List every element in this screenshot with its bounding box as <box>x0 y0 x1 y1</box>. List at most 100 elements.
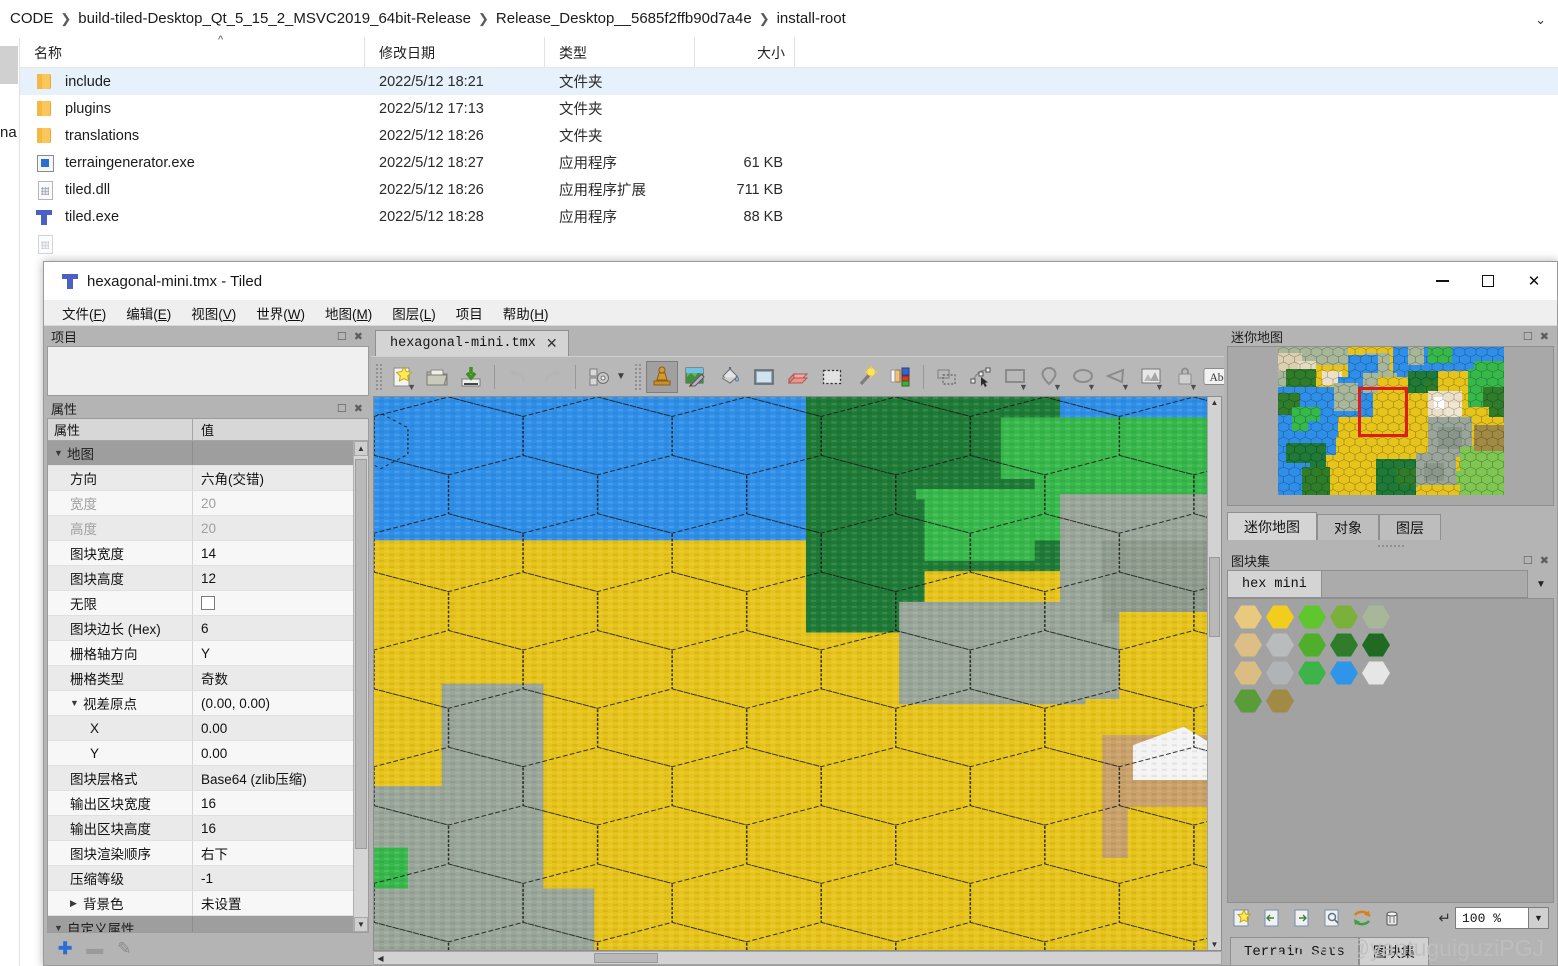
bucket-fill-tool[interactable] <box>714 361 746 393</box>
chevron-down-icon[interactable]: ▼ <box>407 382 416 392</box>
insert-rectangle-tool[interactable]: ▼ <box>999 361 1031 393</box>
undo-button[interactable] <box>502 361 534 393</box>
chevron-down-icon[interactable]: ▼ <box>616 371 626 382</box>
property-row[interactable]: X 0.00 <box>48 716 353 741</box>
title-bar[interactable]: hexagonal-mini.tmx - Tiled ✕ <box>44 262 1557 300</box>
map-canvas[interactable]: ▲ ▼ <box>373 396 1222 951</box>
table-row[interactable]: tiled.dll 2022/5/12 18:26 应用程序扩展 711 KB <box>20 176 1558 203</box>
property-row[interactable]: 背景色 未设置 <box>48 891 353 916</box>
maximize-button[interactable] <box>1465 262 1511 300</box>
chevron-right-icon[interactable] <box>70 898 83 909</box>
property-row[interactable]: 自定义属性 <box>48 916 353 932</box>
export-tileset-icon[interactable] <box>1292 908 1312 928</box>
tileset-tile[interactable] <box>1266 689 1294 713</box>
property-row[interactable]: Y 0.00 <box>48 741 353 766</box>
property-row[interactable]: 栅格轴方向 Y <box>48 641 353 666</box>
properties-scrollbar[interactable]: ▲ ▼ <box>353 441 368 932</box>
open-file-button[interactable] <box>421 361 453 393</box>
magic-wand-tool[interactable] <box>850 361 882 393</box>
column-header-name[interactable]: 名称 <box>20 36 365 67</box>
menu-file[interactable]: 文件(F) <box>52 300 116 326</box>
tileset-list-dropdown[interactable]: ▼ <box>1528 570 1554 598</box>
table-row[interactable]: tiled.exe 2022/5/12 18:28 应用程序 88 KB <box>20 203 1558 230</box>
property-row[interactable]: 高度 20 <box>48 516 353 541</box>
tileset-tile[interactable] <box>1298 661 1326 685</box>
tileset-tile-grid[interactable] <box>1227 598 1554 903</box>
close-button[interactable]: ✕ <box>1511 262 1557 300</box>
map-horizontal-scrollbar[interactable]: ◀ <box>373 951 1222 965</box>
property-value[interactable]: 12 <box>193 566 353 590</box>
property-value[interactable] <box>193 591 353 615</box>
chevron-down-icon[interactable]: ▼ <box>1121 382 1130 392</box>
file-name-cell[interactable]: tiled.dll <box>20 180 365 200</box>
property-row[interactable]: 图块层格式 Base64 (zlib压缩) <box>48 766 353 791</box>
insert-ellipse-tool[interactable]: ▼ <box>1067 361 1099 393</box>
property-row[interactable]: 地图 <box>48 441 353 466</box>
chevron-down-icon[interactable] <box>54 448 67 458</box>
tileset-tab-hex-mini[interactable]: hex mini <box>1227 570 1322 598</box>
breadcrumb-item-0[interactable]: CODE <box>6 8 57 29</box>
property-value[interactable]: Base64 (zlib压缩) <box>193 766 353 790</box>
zoom-level-input[interactable]: 100 % <box>1455 907 1529 929</box>
tileset-tile[interactable] <box>1298 605 1326 629</box>
terrain-brush-tool[interactable] <box>680 361 712 393</box>
add-property-button[interactable]: ✚ <box>58 939 72 959</box>
trash-can-icon[interactable] <box>1382 908 1402 928</box>
float-dock-icon[interactable]: ☐ <box>1523 330 1533 343</box>
menu-view[interactable]: 视图(V) <box>181 300 246 326</box>
property-row[interactable]: 输出区块高度 16 <box>48 816 353 841</box>
menu-bar[interactable]: 文件(F) 编辑(E) 视图(V) 世界(W) 地图(M) 图层(L) 项目 帮… <box>44 300 1557 326</box>
redo-button[interactable] <box>536 361 568 393</box>
file-name-cell[interactable]: tiled.exe <box>20 208 365 226</box>
property-row[interactable]: 图块边长 (Hex) 6 <box>48 616 353 641</box>
property-row[interactable]: 栅格类型 奇数 <box>48 666 353 691</box>
close-dock-icon[interactable]: ✖ <box>1540 330 1549 343</box>
menu-layer[interactable]: 图层(L) <box>382 300 446 326</box>
new-tileset-icon[interactable] <box>1232 908 1252 928</box>
breadcrumb-item-2[interactable]: Release_Desktop__5685f2ffb90d7a4e <box>492 8 756 29</box>
menu-map[interactable]: 地图(M) <box>315 300 382 326</box>
tileset-tile[interactable] <box>1362 661 1390 685</box>
tileset-tile[interactable] <box>1330 661 1358 685</box>
minimap[interactable] <box>1227 346 1554 506</box>
eraser-tool[interactable] <box>782 361 814 393</box>
tileset-tile[interactable] <box>1234 633 1262 657</box>
save-file-button[interactable] <box>455 361 487 393</box>
property-row[interactable]: 视差原点 (0.00, 0.00) <box>48 691 353 716</box>
reset-zoom-button[interactable]: ↵ <box>1438 909 1451 927</box>
properties-footer-toolbar[interactable]: ✚ ▬ ✎ <box>44 933 371 965</box>
insert-polygon-tool[interactable]: ▼ <box>1101 361 1133 393</box>
close-dock-icon[interactable]: ✖ <box>1540 554 1549 567</box>
edit-property-button[interactable]: ✎ <box>117 939 131 959</box>
property-value[interactable]: Y <box>193 641 353 665</box>
table-row[interactable]: include 2022/5/12 18:21 文件夹 <box>20 68 1558 95</box>
tileset-tile[interactable] <box>1362 605 1390 629</box>
property-value[interactable]: (0.00, 0.00) <box>193 691 353 715</box>
table-row[interactable] <box>20 230 1558 257</box>
chevron-down-icon[interactable]: ▼ <box>1189 382 1198 392</box>
property-value[interactable]: 16 <box>193 791 353 815</box>
scrollbar-thumb[interactable] <box>594 953 658 963</box>
property-value[interactable]: 16 <box>193 816 353 840</box>
chevron-down-icon[interactable]: ▼ <box>1223 382 1224 392</box>
properties-table[interactable]: 属性 值 地图方向 六角(交错) 宽度 20 高度 20 图块宽度 14 图块高度 12 无限图块边… <box>47 418 369 933</box>
property-row[interactable]: 图块渲染顺序 右下 <box>48 841 353 866</box>
tileset-tab-row[interactable]: hex mini ▼ <box>1227 570 1554 598</box>
property-value[interactable]: 6 <box>193 616 353 640</box>
property-value[interactable]: 奇数 <box>193 666 353 690</box>
right-dock-tabs[interactable]: 迷你地图 对象 图层 <box>1227 510 1554 540</box>
close-dock-icon[interactable]: ✖ <box>354 330 363 343</box>
column-headers[interactable]: ^ 名称 修改日期 类型 大小 <box>20 34 1558 68</box>
tileset-tile[interactable] <box>1298 633 1326 657</box>
commands-button[interactable] <box>583 361 615 393</box>
tab-objects[interactable]: 对象 <box>1317 514 1379 540</box>
tileset-tile[interactable] <box>1234 605 1262 629</box>
property-value[interactable]: 0.00 <box>193 716 353 740</box>
insert-template-tool[interactable]: ▼ <box>1169 361 1201 393</box>
menu-help[interactable]: 帮助(H) <box>493 300 559 326</box>
tileset-tile[interactable] <box>1266 633 1294 657</box>
shape-fill-tool[interactable] <box>748 361 780 393</box>
property-row[interactable]: 输出区块宽度 16 <box>48 791 353 816</box>
minimize-button[interactable] <box>1419 262 1465 300</box>
toolbar-grip[interactable] <box>374 363 383 390</box>
